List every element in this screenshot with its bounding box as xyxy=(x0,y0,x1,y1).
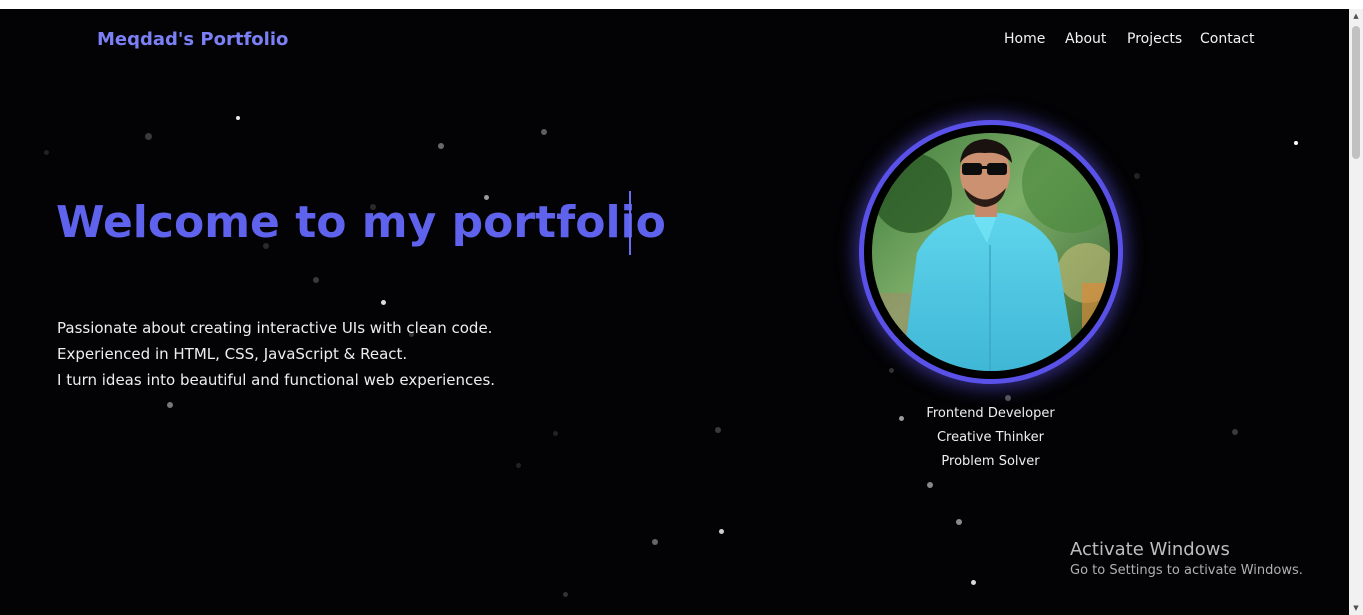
person-portrait-icon xyxy=(872,133,1110,371)
particle-dot xyxy=(236,116,240,120)
nav-home-link[interactable]: Home xyxy=(1004,31,1045,47)
activate-subtitle: Go to Settings to activate Windows. xyxy=(1070,563,1303,578)
role-problem-solver: Problem Solver xyxy=(941,454,1040,469)
scroll-down-arrow-icon[interactable]: ▼ xyxy=(1349,601,1363,615)
particle-dot xyxy=(715,427,721,433)
particle-dot xyxy=(552,430,558,436)
particle-dot xyxy=(1232,429,1238,435)
particle-dot xyxy=(167,402,173,408)
particle-dot xyxy=(313,277,319,283)
particle-dot xyxy=(1005,395,1011,401)
particle-dot xyxy=(43,149,49,155)
role-creative-thinker: Creative Thinker xyxy=(936,430,1045,445)
particle-dot xyxy=(380,299,386,305)
hero-headline: Welcome to my portfolio xyxy=(56,197,666,248)
browser-top-strip xyxy=(0,0,1363,9)
particle-dot xyxy=(541,129,547,135)
description-line: I turn ideas into beautiful and function… xyxy=(57,371,496,389)
profile-roles: Frontend Developer Creative Thinker Prob… xyxy=(900,402,1081,474)
nav-projects-link[interactable]: Projects xyxy=(1127,31,1182,47)
particle-dot xyxy=(515,462,521,468)
hero-description: Passionate about creating interactive UI… xyxy=(57,315,495,393)
particle-dot xyxy=(970,579,976,585)
description-line: Passionate about creating interactive UI… xyxy=(57,319,493,337)
particle-dot xyxy=(562,591,568,597)
particle-dot xyxy=(956,519,962,525)
particle-dot xyxy=(1134,173,1140,179)
particle-dot xyxy=(1294,141,1298,145)
vertical-scrollbar[interactable]: ▲ ▼ xyxy=(1349,9,1363,615)
brand-logo[interactable]: Meqdad's Portfolio xyxy=(97,29,288,50)
particle-dot xyxy=(438,143,444,149)
scroll-up-arrow-icon[interactable]: ▲ xyxy=(1349,9,1363,23)
nav-about-link[interactable]: About xyxy=(1065,31,1106,47)
role-frontend-developer: Frontend Developer xyxy=(926,406,1055,421)
particle-dot xyxy=(888,367,894,373)
profile-photo xyxy=(872,133,1110,371)
activate-title: Activate Windows xyxy=(1070,539,1230,560)
particle-dot xyxy=(718,528,724,534)
profile-photo-frame xyxy=(859,120,1123,384)
particle-dot xyxy=(144,132,152,140)
page-viewport: Meqdad's Portfolio Home About Projects C… xyxy=(0,9,1349,615)
scrollbar-thumb[interactable] xyxy=(1352,26,1360,159)
nav-contact-link[interactable]: Contact xyxy=(1200,31,1254,47)
windows-activation-watermark: Activate Windows Go to Settings to activ… xyxy=(1070,539,1303,578)
particle-dot xyxy=(927,482,933,488)
typing-cursor xyxy=(629,191,631,255)
description-line: Experienced in HTML, CSS, JavaScript & R… xyxy=(57,345,408,363)
particle-dot xyxy=(652,539,658,545)
